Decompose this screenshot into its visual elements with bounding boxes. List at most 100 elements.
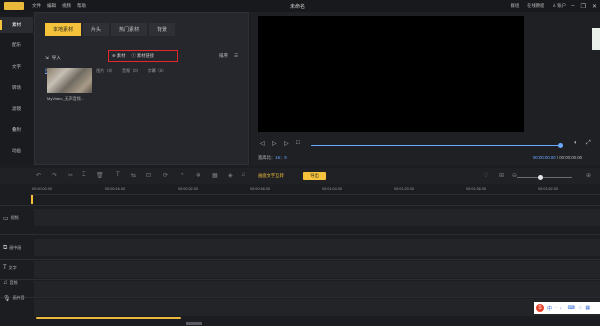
pip-track-icon: ⧉ [3,244,8,251]
track-divider [0,234,600,235]
sidebar-item-filter[interactable]: 滤镜 [0,101,33,117]
list-view-icon[interactable]: ☰ [234,53,238,59]
side-widget[interactable] [592,28,600,50]
ime-logo-icon[interactable]: S [536,304,544,312]
track-pip[interactable] [34,239,600,256]
import-button[interactable]: ⇲ 导入 [45,55,61,61]
speed-icon[interactable]: ◔ [180,172,184,178]
system-tray: S 中 · ♩ ⌨ ♢ ▦ [534,302,600,314]
snap-icon[interactable]: ⊞ [499,172,504,179]
crop-icon[interactable]: ⊡ [146,172,151,179]
prev-frame-icon[interactable]: ◁ [260,140,265,147]
import-icon: ⇲ [45,55,49,60]
delete-icon[interactable]: 🗑 [96,172,104,179]
track-divider [0,205,600,206]
sidebar-item-text[interactable]: 文字 [0,59,33,75]
shirt-icon[interactable]: ♢ [578,305,582,311]
minimize-icon[interactable]: – [571,3,574,9]
sort-label: 排序 [218,53,228,58]
tab-local-media[interactable]: 本地素材 [45,23,82,36]
sort-button[interactable]: 排序 ☰ [219,53,238,59]
tab-background[interactable]: 背景 [149,23,176,36]
restore-icon[interactable]: ❐ [581,3,586,10]
menu-video[interactable]: 视频 [62,3,71,9]
sidebar-item-animation[interactable]: 动画 [0,143,33,159]
rotate-icon[interactable]: ⟳ [163,172,168,179]
online-tutorial-link[interactable]: 在线教程 [527,3,544,9]
grid-icon[interactable]: ▦ [585,305,590,311]
ruler-tick: 00:00:16.00 [105,187,126,191]
punctuation-icon[interactable]: · [555,305,557,311]
preview-canvas [258,16,524,132]
tab-intro[interactable]: 片头 [83,23,110,36]
filter-audio[interactable]: 音频（0） [122,68,141,74]
ime-mode[interactable]: 中 [547,305,552,312]
user-icon: ♙ [552,3,557,8]
ruler-tick: 00:00:00.00 [32,187,53,191]
stop-icon[interactable]: □ [296,140,300,146]
undo-icon[interactable]: ↶ [36,172,41,179]
fullscreen-icon[interactable]: ⤢ [586,140,591,147]
playback-progress-bar[interactable] [311,145,561,146]
mic-icon[interactable]: ♩ [560,305,565,311]
keyboard-icon[interactable]: ⌨ [568,305,575,311]
sidebar-item-overlay[interactable]: 叠附 [0,122,33,138]
playback-progress-handle[interactable] [558,143,563,148]
text-mode-button[interactable]: 画面文字互转 [253,172,289,180]
ruler-tick: 00:01:36.00 [466,187,487,191]
next-frame-icon[interactable]: ▷ [284,140,289,147]
menu-file[interactable]: 文件 [32,3,41,9]
track-text[interactable] [34,261,600,278]
freeze-icon[interactable]: ❄ [196,172,201,179]
filter-subtitle[interactable]: 字幕（0） [148,68,167,74]
ruler-tick: 00:00:48.00 [250,187,271,191]
track-header-voiceover: 🎙 画外音 [3,295,25,302]
menu-help[interactable]: 帮助 [77,3,86,9]
cut-icon[interactable]: ✂ [68,172,73,179]
marker-icon[interactable]: ♡ [483,172,488,179]
timeline-scroll-thumb[interactable] [186,322,202,325]
track-voiceover[interactable] [34,299,600,316]
voiceover-track-icon: 🎙 [3,295,11,302]
ruler-tick: 00:00:32.00 [178,187,199,191]
filter-image[interactable]: 图片（0） [96,68,115,74]
audio-detach-icon[interactable]: ♫ [241,172,246,178]
account-label: 账户 [557,3,566,8]
sidebar-item-music[interactable]: 配乐 [0,37,33,53]
timeline-scrollbar[interactable] [36,317,181,319]
import-label: 导入 [51,55,61,60]
media-thumbnail[interactable] [47,68,92,93]
track-video[interactable] [34,209,600,226]
menu-edit[interactable]: 编辑 [47,3,56,9]
media-tabs: 本地素材 片头 热门素材 背景 [45,23,176,36]
aspect-ratio[interactable]: 宽高比：16：9 [258,155,287,161]
zoom-in-icon[interactable]: ⊕ [586,172,591,179]
sidebar-item-media[interactable]: 素材 [0,17,33,33]
trim-icon[interactable]: ⌶ [82,172,86,179]
mosaic-icon[interactable]: ▦ [212,172,218,179]
timeline-toolbar: ↶ ↷ ✂ ⌶ 🗑 T ⇆ ⊡ ⟳ ◔ ❄ ▦ ◈ ♫ ♡ ⊞ ⊖ ⊕ [0,168,600,184]
track-music[interactable] [34,281,600,298]
time-display: 00:00:00.00 / 00:00:00.00 [533,155,582,160]
media-option[interactable]: ⊕ 素材 [112,53,125,59]
close-icon[interactable]: ✕ [592,3,597,10]
track-divider [0,279,600,280]
split-icon[interactable]: ⇆ [131,172,136,179]
text-track-icon: T [3,265,7,271]
zoom-slider[interactable] [517,177,572,178]
group-link[interactable]: 群组 [511,3,520,9]
play-icon[interactable]: ▷ [272,140,277,147]
media-link-option[interactable]: ⓘ 素材链接 [131,53,154,59]
export-button[interactable]: 导出 [303,172,326,180]
redo-icon[interactable]: ↷ [52,172,57,179]
tab-popular[interactable]: 热门素材 [111,23,148,36]
color-icon[interactable]: ◈ [228,172,233,179]
text-tool-icon[interactable]: T [116,172,120,178]
playhead[interactable] [31,195,33,204]
zoom-slider-handle[interactable] [538,175,543,180]
music-track-icon: ♫ [3,280,8,286]
account-link[interactable]: ♙ 账户 [552,3,566,9]
volume-icon[interactable]: ◐ [574,140,578,146]
sidebar-item-transition[interactable]: 转场 [0,80,33,96]
left-sidebar: 素材 配乐 文字 转场 滤镜 叠附 动画 [0,12,33,165]
